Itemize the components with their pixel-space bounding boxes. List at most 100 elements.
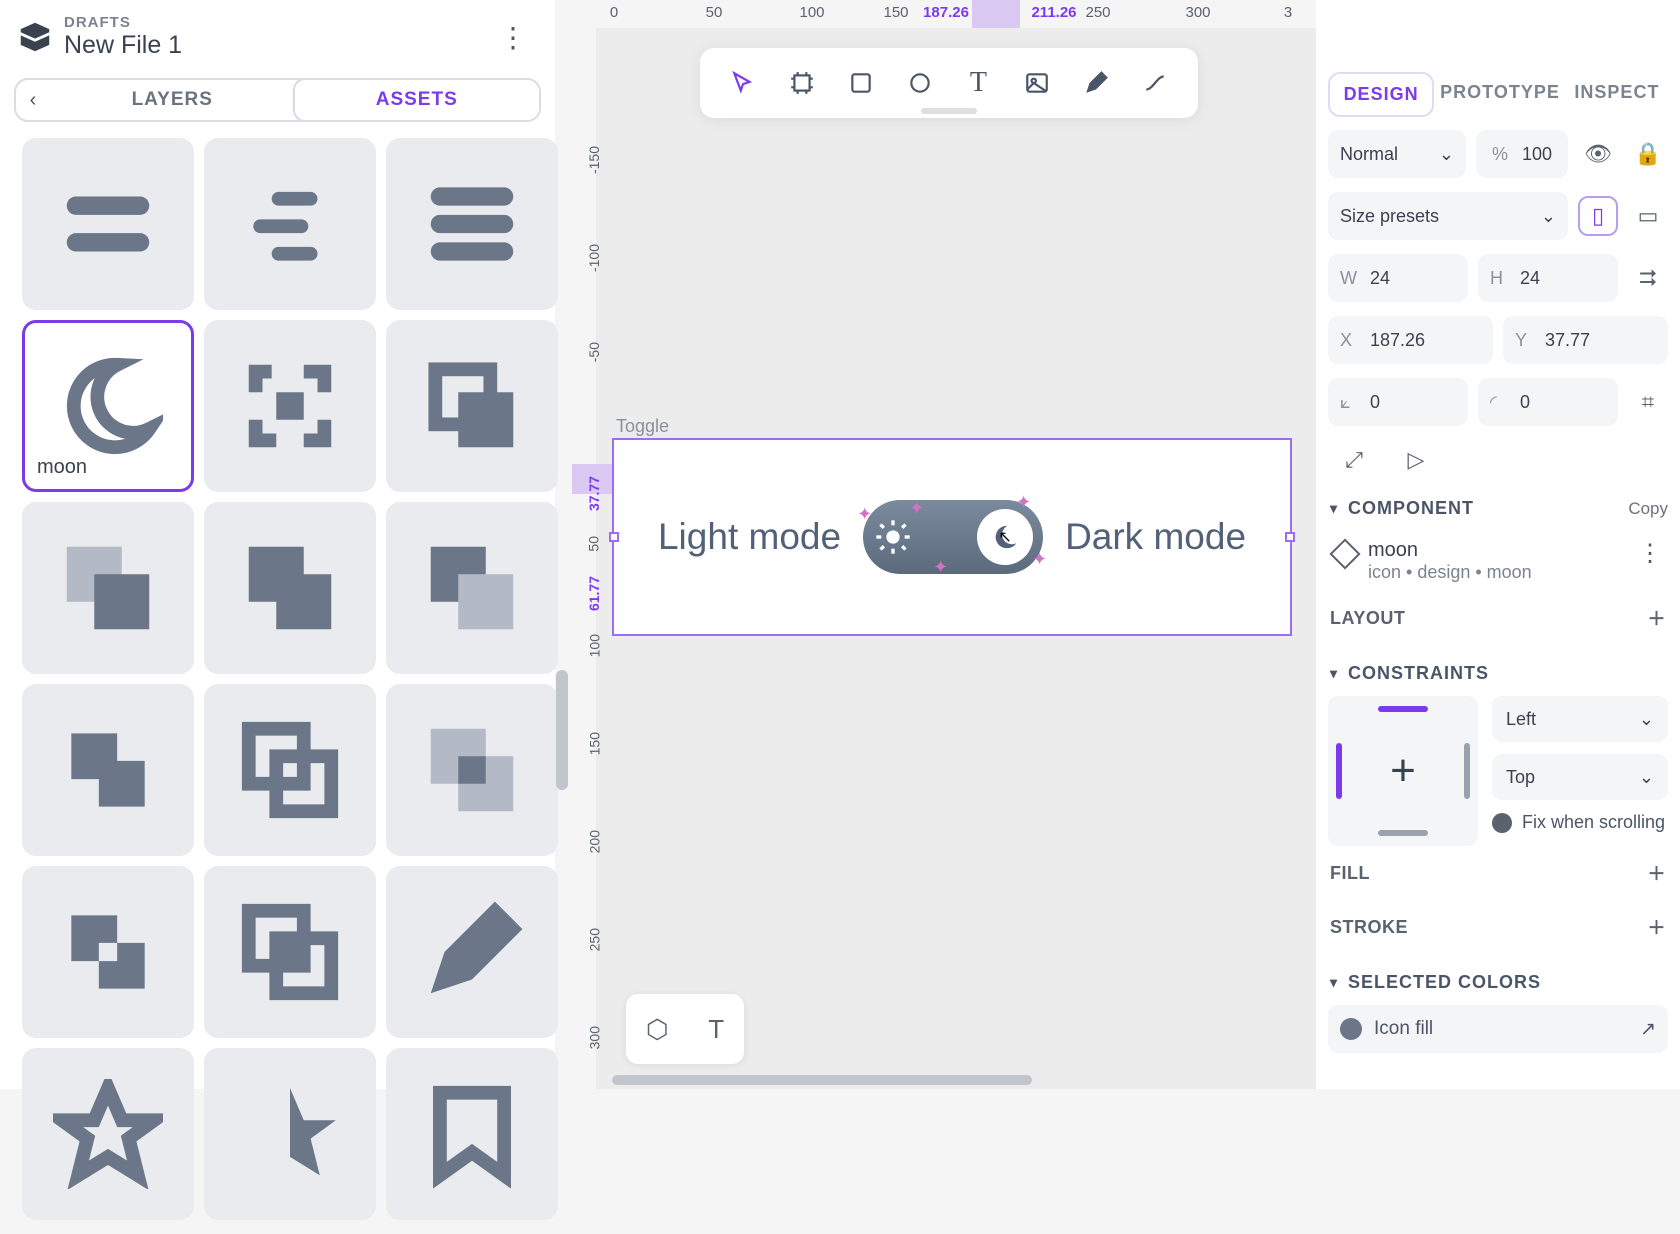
x-field[interactable]: X187.26 xyxy=(1328,316,1493,364)
ruler-h-selection xyxy=(972,0,1020,28)
asset-copy-outline-icon[interactable] xyxy=(386,320,558,492)
asset-overlap2-icon[interactable] xyxy=(204,502,376,674)
constraint-v-select[interactable]: Top⌄ xyxy=(1492,754,1668,800)
rectangle-tool[interactable] xyxy=(839,61,883,105)
file-title[interactable]: New File 1 xyxy=(64,31,489,60)
tab-inspect[interactable]: INSPECT xyxy=(1566,72,1668,117)
asset-menu-icon[interactable] xyxy=(22,138,194,310)
ruler-h-tick: 150 xyxy=(883,4,908,21)
chevron-down-icon: ▾ xyxy=(1330,974,1338,991)
color-picker-icon[interactable]: ↗ xyxy=(1640,1018,1656,1041)
rotation-field[interactable]: ⟀0 xyxy=(1328,378,1468,426)
asset-moon-icon[interactable]: moon xyxy=(22,320,194,492)
asset-star-half-icon[interactable] xyxy=(204,1048,376,1220)
ruler-v-sel-end: 61.77 xyxy=(586,576,602,611)
canvas[interactable]: -150 -100 -50 37.77 50 61.77 100 150 200… xyxy=(596,28,1316,1089)
constraint-top-indicator[interactable] xyxy=(1378,706,1428,712)
tab-design[interactable]: DESIGN xyxy=(1328,72,1434,117)
ruler-v-tick: -50 xyxy=(586,342,602,362)
canvas-horizontal-scrollbar[interactable] xyxy=(612,1075,1032,1085)
toggle-switch[interactable]: ↖ ✦ ✦ ✦ ✦ ✦ xyxy=(863,500,1043,574)
frame-toggle[interactable]: Light mode ↖ ✦ ✦ ✦ ✦ ✦ Dark mode xyxy=(612,438,1292,636)
asset-intersect-icon[interactable] xyxy=(386,684,558,856)
fix-scrolling-checkbox[interactable]: Fix when scrolling xyxy=(1492,812,1668,833)
play-prototype-icon[interactable]: ▷ xyxy=(1396,440,1436,480)
constraints-section-header[interactable]: ▾ CONSTRAINTS xyxy=(1330,663,1668,684)
image-tool[interactable] xyxy=(1015,61,1059,105)
autolayout-icon[interactable]: ⤢ xyxy=(1334,440,1374,480)
asset-union-icon[interactable] xyxy=(22,684,194,856)
corner-radius-field[interactable]: ◜0 xyxy=(1478,378,1618,426)
plus-icon[interactable]: ＋ xyxy=(1648,605,1667,631)
ruler-h-sel-start: 187.26 xyxy=(923,4,969,21)
visibility-toggle-icon[interactable]: 👁 xyxy=(1578,134,1618,174)
selected-color-row[interactable]: Icon fill ↗ xyxy=(1328,1005,1668,1053)
constraint-h-select[interactable]: Left⌄ xyxy=(1492,696,1668,742)
asset-pencil-icon[interactable] xyxy=(386,866,558,1038)
asset-bookmark-icon[interactable] xyxy=(386,1048,558,1220)
asset-combine-icon[interactable] xyxy=(204,866,376,1038)
plus-icon[interactable]: ＋ xyxy=(1648,860,1667,886)
hexagon-tool-icon[interactable]: ⬡ xyxy=(646,1014,669,1045)
frame-label[interactable]: Toggle xyxy=(616,416,669,437)
ruler-v-tick: -100 xyxy=(586,244,602,272)
asset-subtract-icon[interactable] xyxy=(204,684,376,856)
connector-tool[interactable] xyxy=(1133,61,1177,105)
selected-colors-section-header[interactable]: ▾ SELECTED COLORS xyxy=(1330,972,1668,993)
constraint-bottom-indicator[interactable] xyxy=(1378,830,1428,836)
assets-back-button[interactable]: ‹ xyxy=(16,89,50,112)
component-instance-row[interactable]: moon icon • design • moon ⋮ xyxy=(1328,531,1668,591)
text-tool-icon[interactable]: T xyxy=(708,1014,724,1045)
selection-handle[interactable] xyxy=(609,532,619,542)
lock-toggle-icon[interactable]: 🔒 xyxy=(1628,134,1668,174)
component-menu-button[interactable]: ⋮ xyxy=(1638,539,1662,568)
component-name: moon xyxy=(1368,539,1532,562)
fill-section-header[interactable]: FILL＋ xyxy=(1328,846,1668,900)
asset-star-icon[interactable] xyxy=(22,1048,194,1220)
blend-mode-select[interactable]: Normal⌄ xyxy=(1328,130,1466,178)
stroke-section-header[interactable]: STROKE＋ xyxy=(1328,900,1668,954)
asset-overlap3-icon[interactable] xyxy=(386,502,558,674)
component-diamond-icon xyxy=(1329,538,1360,569)
width-field[interactable]: W24 xyxy=(1328,254,1468,302)
select-tool[interactable] xyxy=(721,61,765,105)
asset-menu-alt-icon[interactable] xyxy=(204,138,376,310)
component-copy-button[interactable]: Copy xyxy=(1628,499,1668,519)
inspector-tabs: DESIGN PROTOTYPE INSPECT xyxy=(1316,72,1680,117)
constraints-widget[interactable]: + xyxy=(1328,696,1478,846)
component-tags: icon • design • moon xyxy=(1368,562,1532,583)
asset-list-icon[interactable] xyxy=(386,138,558,310)
plus-icon[interactable]: ＋ xyxy=(1648,914,1667,940)
light-mode-label: Light mode xyxy=(658,516,841,558)
ellipse-tool[interactable] xyxy=(898,61,942,105)
asset-overlap1-icon[interactable] xyxy=(22,502,194,674)
opacity-field[interactable]: %100 xyxy=(1476,130,1568,178)
file-menu-button[interactable]: ⋮ xyxy=(489,21,537,54)
toggle-content: Light mode ↖ ✦ ✦ ✦ ✦ ✦ Dark mode xyxy=(614,440,1290,634)
tab-assets[interactable]: ASSETS xyxy=(293,78,542,122)
tab-layers[interactable]: LAYERS xyxy=(50,80,295,120)
height-field[interactable]: H24 xyxy=(1478,254,1618,302)
frame-tool[interactable] xyxy=(780,61,824,105)
orientation-landscape-icon[interactable]: ▭ xyxy=(1628,196,1668,236)
orientation-portrait-icon[interactable]: ▯ xyxy=(1578,196,1618,236)
toolbar-drag-handle[interactable] xyxy=(921,108,977,114)
size-presets-select[interactable]: Size presets⌄ xyxy=(1328,192,1568,240)
moon-knob[interactable]: ↖ xyxy=(977,509,1033,565)
text-tool[interactable]: T xyxy=(956,61,1000,105)
pen-tool[interactable] xyxy=(1074,61,1118,105)
ruler-h-sel-end: 211.26 xyxy=(1031,4,1076,21)
constraint-right-indicator[interactable] xyxy=(1464,743,1470,799)
tab-prototype[interactable]: PROTOTYPE xyxy=(1440,72,1560,117)
asset-scrollbar-thumb[interactable] xyxy=(556,670,568,790)
constraint-left-indicator[interactable] xyxy=(1336,743,1342,799)
y-field[interactable]: Y37.77 xyxy=(1503,316,1668,364)
independent-corners-icon[interactable]: ⌗ xyxy=(1628,382,1668,422)
component-section-header[interactable]: ▾ COMPONENT Copy xyxy=(1330,498,1668,519)
link-dimensions-icon[interactable]: ⮆ xyxy=(1628,258,1668,298)
dark-mode-label: Dark mode xyxy=(1065,516,1246,558)
asset-exclude-icon[interactable] xyxy=(22,866,194,1038)
selection-handle[interactable] xyxy=(1285,532,1295,542)
layout-section-header[interactable]: LAYOUT＋ xyxy=(1328,591,1668,645)
asset-scan-icon[interactable] xyxy=(204,320,376,492)
